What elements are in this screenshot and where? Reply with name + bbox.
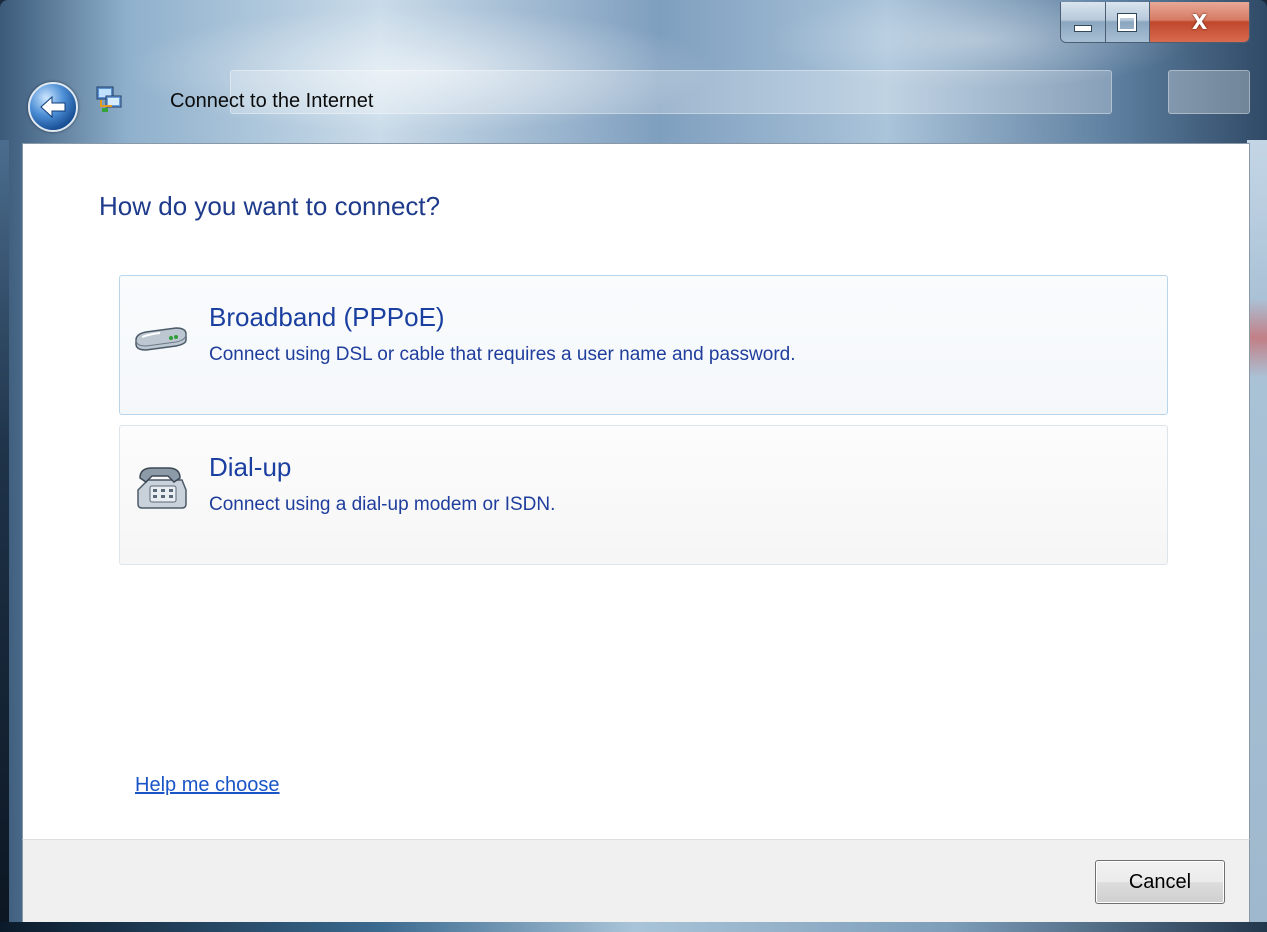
option-dial-up-description: Connect using a dial-up modem or ISDN. [209,494,556,515]
cancel-button[interactable]: Cancel [1095,860,1225,904]
help-me-choose-link[interactable]: Help me choose [135,774,280,797]
window-title: Connect to the Internet [170,90,374,112]
close-icon: X [1191,10,1208,34]
background-search-box [1168,70,1250,114]
back-arrow-icon [40,95,66,119]
broadband-modem-icon [135,327,187,351]
option-broadband[interactable]: Broadband (PPPoE) Connect using DSL or c… [119,275,1168,415]
caption-buttons: X [1060,2,1250,43]
minimize-button[interactable] [1061,2,1106,42]
maximize-button[interactable] [1105,2,1151,42]
maximize-icon [1117,12,1138,32]
option-dial-up[interactable]: Dial-up Connect using a dial-up modem or… [119,425,1168,565]
option-broadband-description: Connect using DSL or cable that requires… [209,344,796,365]
minimize-icon [1073,24,1092,32]
window-left-edge [0,140,9,932]
command-area: Cancel [22,839,1250,923]
window-bottom-edge [0,922,1267,932]
page-heading: How do you want to connect? [99,191,441,221]
network-connection-icon [96,86,122,112]
wizard-content: How do you want to connect? Broadband (P… [22,143,1250,840]
close-button[interactable]: X [1150,2,1249,42]
window-right-edge [1247,140,1267,932]
option-broadband-title: Broadband (PPPoE) [209,302,445,332]
back-button[interactable] [28,82,78,132]
option-dial-up-title: Dial-up [209,452,292,482]
telephone-icon [137,467,187,509]
